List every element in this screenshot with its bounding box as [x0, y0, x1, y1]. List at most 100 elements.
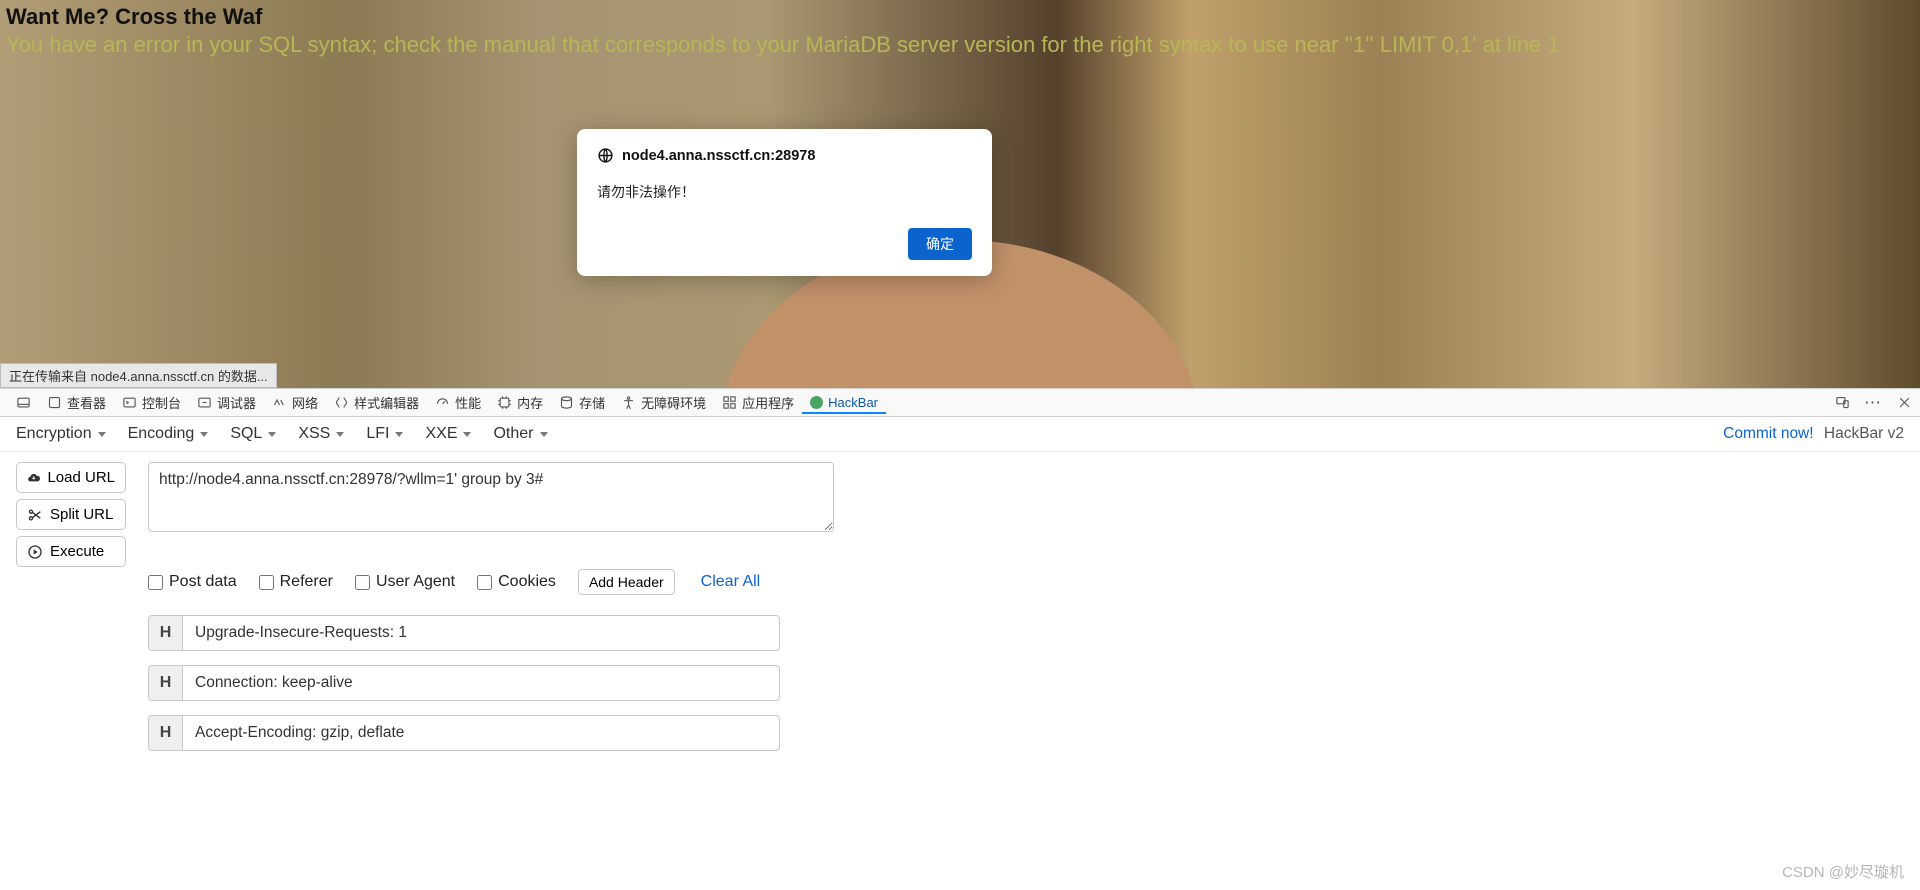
tab-accessibility[interactable]: 无障碍环境 — [613, 389, 714, 416]
watermark: CSDN @妙尽璇机 — [1782, 861, 1904, 882]
chevron-down-icon — [540, 432, 548, 437]
header-badge: H — [149, 666, 183, 700]
button-label: Load URL — [47, 469, 115, 486]
menu-label: LFI — [366, 425, 389, 443]
sql-error-text: You have an error in your SQL syntax; ch… — [0, 30, 1920, 58]
chevron-down-icon — [395, 432, 403, 437]
menu-other[interactable]: Other — [493, 425, 547, 443]
page-title: Want Me? Cross the Waf — [0, 0, 1920, 30]
postdata-checkbox[interactable]: Post data — [148, 573, 237, 591]
cloud-download-icon — [27, 470, 40, 486]
application-icon — [722, 395, 737, 410]
console-icon — [122, 395, 137, 410]
tab-network[interactable]: 网络 — [264, 389, 326, 416]
alert-host: node4.anna.nssctf.cn:28978 — [597, 147, 972, 164]
hackbar-menubar: Encryption Encoding SQL XSS LFI XXE Othe… — [0, 417, 1920, 452]
page-content: Want Me? Cross the Waf You have an error… — [0, 0, 1920, 388]
globe-icon — [597, 147, 614, 164]
menu-xxe[interactable]: XXE — [425, 425, 471, 443]
tab-console[interactable]: 控制台 — [114, 389, 189, 416]
load-url-button[interactable]: Load URL — [16, 462, 126, 493]
menu-label: Other — [493, 425, 533, 443]
play-icon — [27, 544, 43, 560]
header-value[interactable]: Upgrade-Insecure-Requests: 1 — [183, 616, 779, 650]
dock-icon — [16, 395, 31, 410]
devtools-tabbar: 查看器 控制台 调试器 网络 样式编辑器 性能 内存 存储 无障碍环境 应用程序… — [0, 388, 1920, 417]
hackbar-panel: Encryption Encoding SQL XSS LFI XXE Othe… — [0, 417, 1920, 890]
memory-icon — [497, 395, 512, 410]
tab-label: 性能 — [455, 393, 481, 412]
chevron-down-icon — [98, 432, 106, 437]
tab-memory[interactable]: 内存 — [489, 389, 551, 416]
url-input[interactable] — [148, 462, 834, 532]
tab-label: 网络 — [292, 393, 318, 412]
check-label: Cookies — [498, 573, 556, 591]
options-row: Post data Referer User Agent Cookies Add… — [148, 569, 848, 595]
cookies-checkbox[interactable]: Cookies — [477, 573, 556, 591]
tab-debugger[interactable]: 调试器 — [189, 389, 264, 416]
inspector-icon — [47, 395, 62, 410]
header-value[interactable]: Connection: keep-alive — [183, 666, 779, 700]
menu-label: XSS — [298, 425, 330, 443]
tab-label: 控制台 — [142, 393, 181, 412]
menu-label: Encryption — [16, 425, 92, 443]
tab-application[interactable]: 应用程序 — [714, 389, 802, 416]
debugger-icon — [197, 395, 212, 410]
close-icon[interactable] — [1897, 395, 1912, 410]
more-icon[interactable]: ⋯ — [1864, 393, 1883, 413]
chevron-down-icon — [268, 432, 276, 437]
menu-label: XXE — [425, 425, 457, 443]
header-value[interactable]: Accept-Encoding: gzip, deflate — [183, 716, 779, 750]
menu-lfi[interactable]: LFI — [366, 425, 403, 443]
menu-encryption[interactable]: Encryption — [16, 425, 106, 443]
commit-link[interactable]: Commit now! — [1723, 425, 1813, 442]
tab-label: 无障碍环境 — [641, 393, 706, 412]
useragent-checkbox[interactable]: User Agent — [355, 573, 455, 591]
header-row[interactable]: H Upgrade-Insecure-Requests: 1 — [148, 615, 780, 651]
tab-label: 查看器 — [67, 393, 106, 412]
tab-label: 样式编辑器 — [354, 393, 419, 412]
tab-label: 内存 — [517, 393, 543, 412]
tab-label: HackBar — [828, 395, 878, 410]
tab-performance[interactable]: 性能 — [427, 389, 489, 416]
tab-hackbar[interactable]: HackBar — [802, 391, 886, 414]
menu-sql[interactable]: SQL — [230, 425, 276, 443]
network-icon — [272, 395, 287, 410]
tab-label: 调试器 — [217, 393, 256, 412]
button-label: Split URL — [50, 506, 113, 523]
split-url-button[interactable]: Split URL — [16, 499, 126, 530]
menu-label: SQL — [230, 425, 262, 443]
responsive-icon[interactable] — [1835, 395, 1850, 410]
button-label: Execute — [50, 543, 104, 560]
hackbar-brand: HackBar v2 — [1824, 425, 1904, 442]
alert-ok-button[interactable]: 确定 — [908, 228, 972, 260]
clear-all-link[interactable]: Clear All — [701, 573, 761, 591]
header-badge: H — [149, 716, 183, 750]
status-bar: 正在传输来自 node4.anna.nssctf.cn 的数据... — [0, 363, 277, 388]
header-badge: H — [149, 616, 183, 650]
header-row[interactable]: H Accept-Encoding: gzip, deflate — [148, 715, 780, 751]
menu-encoding[interactable]: Encoding — [128, 425, 209, 443]
check-label: Referer — [280, 573, 333, 591]
storage-icon — [559, 395, 574, 410]
referer-checkbox[interactable]: Referer — [259, 573, 333, 591]
header-row[interactable]: H Connection: keep-alive — [148, 665, 780, 701]
tab-style-editor[interactable]: 样式编辑器 — [326, 389, 427, 416]
check-label: Post data — [169, 573, 237, 591]
execute-button[interactable]: Execute — [16, 536, 126, 567]
tab-label: 存储 — [579, 393, 605, 412]
hackbar-actions: Load URL Split URL Execute — [16, 462, 126, 751]
add-header-button[interactable]: Add Header — [578, 569, 675, 595]
accessibility-icon — [621, 395, 636, 410]
scissors-icon — [27, 507, 43, 523]
tab-storage[interactable]: 存储 — [551, 389, 613, 416]
performance-icon — [435, 395, 450, 410]
check-label: User Agent — [376, 573, 455, 591]
tab-inspector[interactable]: 查看器 — [39, 389, 114, 416]
devtools-dock-icon[interactable] — [8, 391, 39, 414]
chevron-down-icon — [463, 432, 471, 437]
alert-dialog: node4.anna.nssctf.cn:28978 请勿非法操作！ 确定 — [577, 129, 992, 276]
menu-xss[interactable]: XSS — [298, 425, 344, 443]
style-icon — [334, 395, 349, 410]
alert-host-text: node4.anna.nssctf.cn:28978 — [622, 148, 815, 164]
